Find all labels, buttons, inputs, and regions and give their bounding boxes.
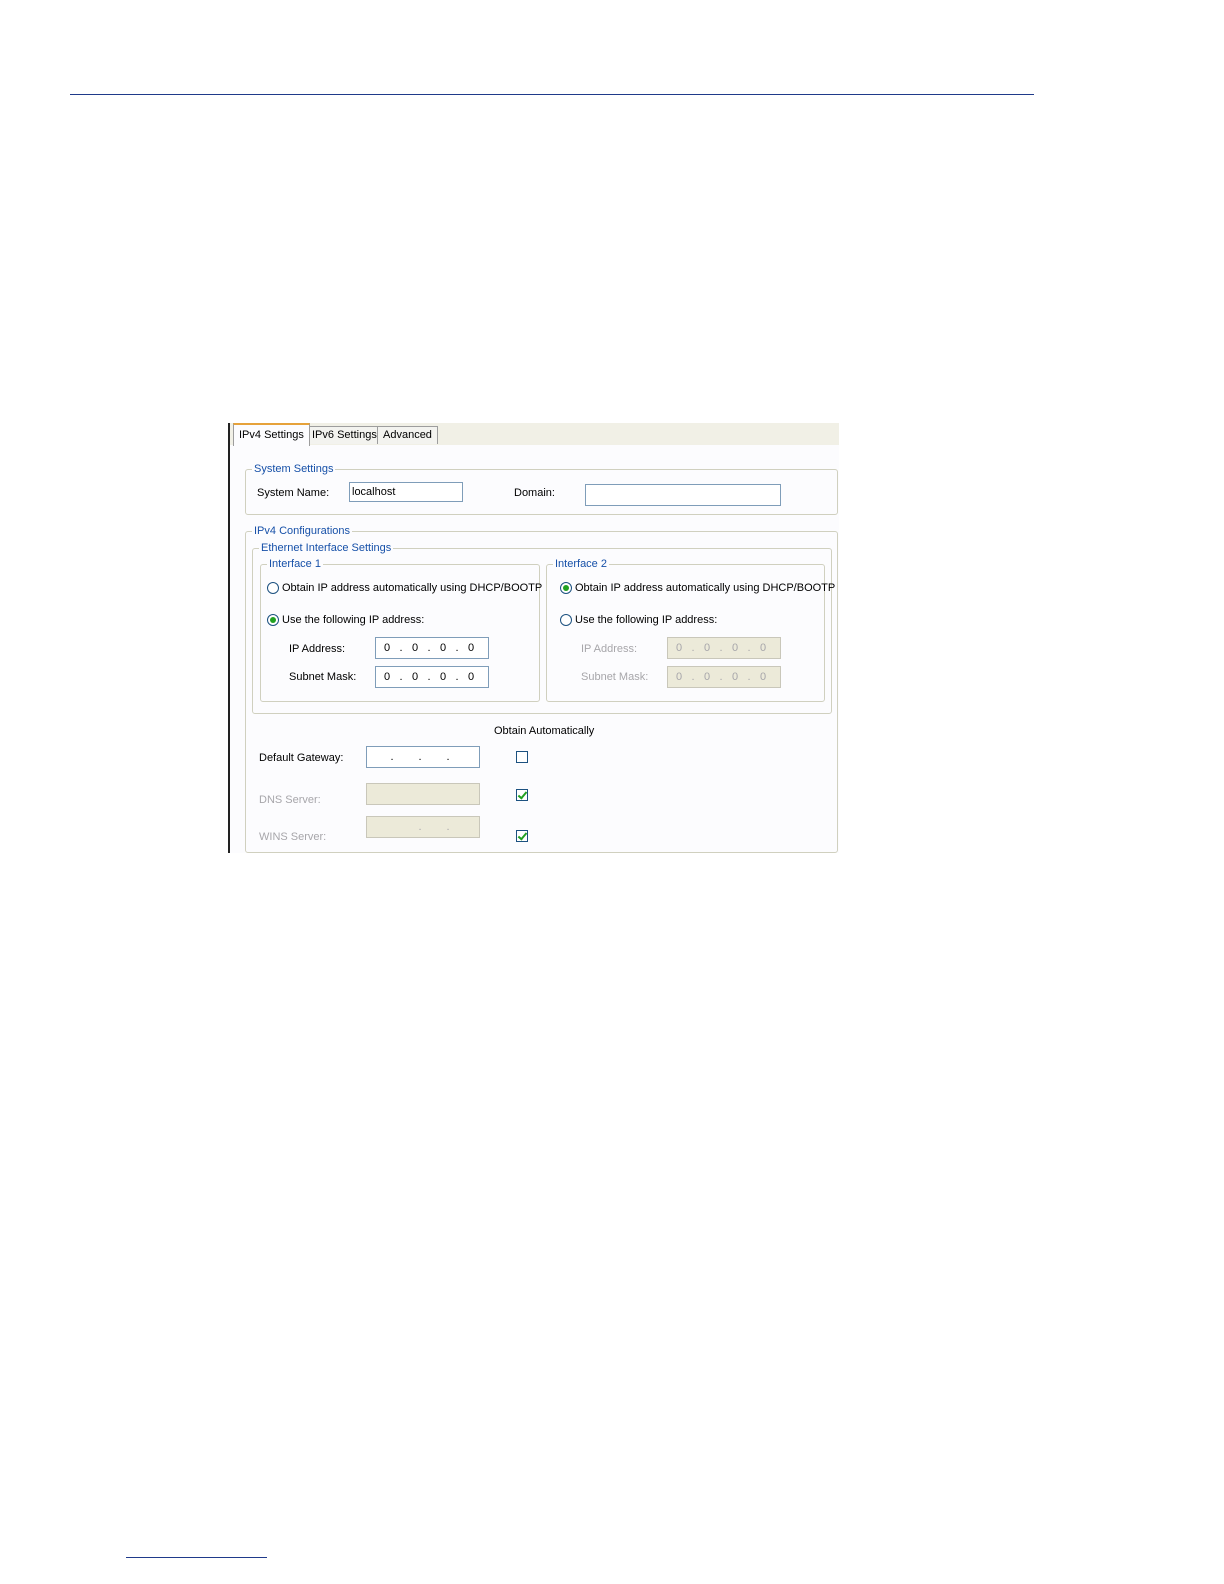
default-gateway-input[interactable]: ... bbox=[366, 746, 480, 768]
tab-ipv6-settings[interactable]: IPv6 Settings bbox=[306, 426, 383, 444]
interface-2-group: Interface 2 Obtain IP address automatica… bbox=[546, 558, 835, 702]
mask-octet: 0 bbox=[731, 671, 739, 683]
interface-2-subnet-mask-input[interactable]: 0. 0. 0. 0 bbox=[667, 666, 781, 688]
mask-octet: 0 bbox=[383, 671, 391, 683]
interface-2-legend: Interface 2 bbox=[553, 558, 609, 570]
wins-server-label: WINS Server: bbox=[259, 831, 327, 843]
interface-2-static-label: Use the following IP address: bbox=[575, 614, 718, 626]
dns-server-input[interactable] bbox=[366, 783, 480, 805]
ip-octet: 0 bbox=[383, 642, 391, 654]
ip-octet: 0 bbox=[703, 642, 711, 654]
interface-2-dhcp-radio[interactable] bbox=[560, 582, 572, 594]
default-gateway-label: Default Gateway: bbox=[259, 752, 344, 764]
domain-input[interactable] bbox=[585, 484, 781, 506]
mask-octet: 0 bbox=[439, 671, 447, 683]
ip-octet: 0 bbox=[731, 642, 739, 654]
ethernet-interface-settings-group: Ethernet Interface Settings Interface 1 … bbox=[252, 542, 835, 714]
mask-octet: 0 bbox=[411, 671, 419, 683]
interface-2-dhcp-label: Obtain IP address automatically using DH… bbox=[575, 582, 836, 594]
tab-ipv4-settings[interactable]: IPv4 Settings bbox=[233, 423, 310, 446]
system-name-input[interactable] bbox=[349, 482, 463, 502]
mask-octet: 0 bbox=[467, 671, 475, 683]
dns-server-auto-checkbox[interactable] bbox=[516, 789, 528, 801]
interface-1-dhcp-radio[interactable] bbox=[267, 582, 279, 594]
tab-advanced[interactable]: Advanced bbox=[377, 426, 438, 444]
interface-2-static-radio[interactable] bbox=[560, 614, 572, 626]
wins-server-input[interactable]: .. bbox=[366, 816, 480, 838]
tab-strip: IPv4 Settings IPv6 Settings Advanced bbox=[230, 423, 839, 446]
interface-1-subnet-mask-label: Subnet Mask: bbox=[289, 671, 357, 683]
interface-2-ip-address-label: IP Address: bbox=[581, 643, 638, 655]
mask-octet: 0 bbox=[759, 671, 767, 683]
interface-1-dhcp-label: Obtain IP address automatically using DH… bbox=[282, 582, 543, 594]
dns-server-label: DNS Server: bbox=[259, 794, 321, 806]
mask-octet: 0 bbox=[703, 671, 711, 683]
interface-2-subnet-mask-label: Subnet Mask: bbox=[581, 671, 649, 683]
obtain-automatically-header: Obtain Automatically bbox=[494, 725, 595, 737]
wins-server-auto-checkbox[interactable] bbox=[516, 830, 528, 842]
ipv4-configurations-legend: IPv4 Configurations bbox=[252, 525, 352, 537]
interface-1-subnet-mask-input[interactable]: 0. 0. 0. 0 bbox=[375, 666, 489, 688]
ipv4-configurations-group: IPv4 Configurations Ethernet Interface S… bbox=[245, 525, 838, 853]
ip-octet: 0 bbox=[411, 642, 419, 654]
ip-octet: 0 bbox=[675, 642, 683, 654]
default-gateway-auto-checkbox[interactable] bbox=[516, 751, 528, 763]
interface-2-ip-address-input[interactable]: 0. 0. 0. 0 bbox=[667, 637, 781, 659]
mask-octet: 0 bbox=[675, 671, 683, 683]
ethernet-interface-settings-legend: Ethernet Interface Settings bbox=[259, 542, 394, 554]
ip-octet: 0 bbox=[467, 642, 475, 654]
interface-1-static-label: Use the following IP address: bbox=[282, 614, 425, 626]
ip-octet: 0 bbox=[759, 642, 767, 654]
header-rule bbox=[70, 94, 1034, 95]
tab-panel-ipv4: System Settings System Name: Domain: IPv… bbox=[230, 445, 839, 853]
interface-1-ip-address-label: IP Address: bbox=[289, 643, 346, 655]
network-settings-dialog: IPv4 Settings IPv6 Settings Advanced Sys… bbox=[228, 423, 839, 853]
system-settings-group: System Settings System Name: Domain: bbox=[245, 463, 838, 515]
system-name-label: System Name: bbox=[257, 487, 330, 499]
interface-1-legend: Interface 1 bbox=[267, 558, 323, 570]
interface-1-static-radio[interactable] bbox=[267, 614, 279, 626]
interface-1-ip-address-input[interactable]: 0. 0. 0. 0 bbox=[375, 637, 489, 659]
interface-1-group: Interface 1 Obtain IP address automatica… bbox=[260, 558, 543, 702]
footer-rule bbox=[126, 1557, 267, 1558]
domain-label: Domain: bbox=[514, 487, 555, 499]
system-settings-legend: System Settings bbox=[252, 463, 336, 475]
ip-octet: 0 bbox=[439, 642, 447, 654]
